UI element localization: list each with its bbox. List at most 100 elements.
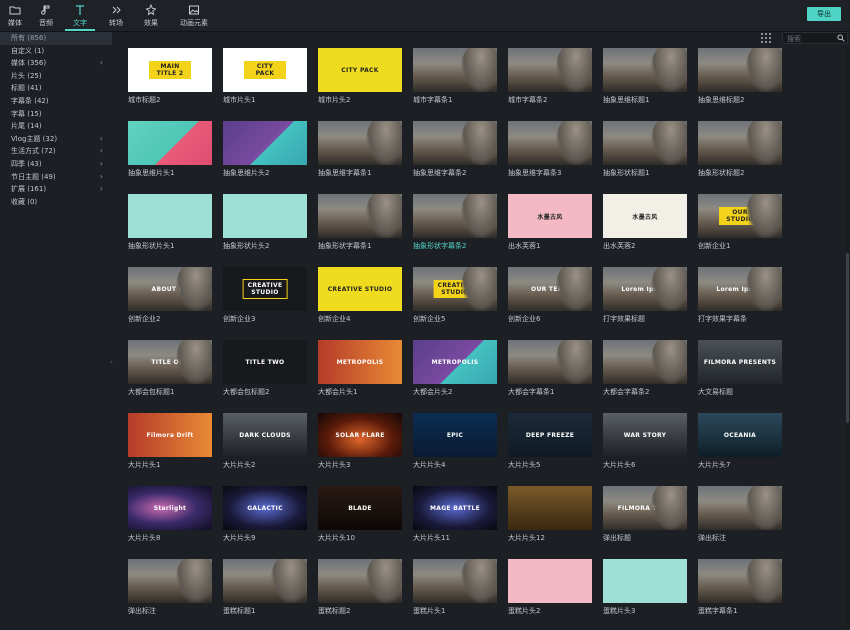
sidebar-item-seasons[interactable]: 四季 (43) › bbox=[0, 158, 112, 171]
template-thumbnail[interactable]: DEEP FREEZE bbox=[508, 413, 592, 457]
sidebar-item-lower-thirds[interactable]: 字幕条 (42) bbox=[0, 95, 112, 108]
template-thumbnail[interactable] bbox=[698, 486, 782, 530]
template-card[interactable]: CREATIVE STUDIO 创新企业5 bbox=[413, 263, 497, 325]
template-card[interactable]: 大都会字幕条1 bbox=[508, 336, 592, 398]
sidebar-item-credits[interactable]: 片尾 (14) bbox=[0, 120, 112, 133]
sidebar-item-vlog[interactable]: Vlog主题 (32) › bbox=[0, 133, 112, 146]
template-thumbnail[interactable] bbox=[413, 194, 497, 238]
template-card[interactable]: METROPOLIS 大都会片头1 bbox=[318, 336, 402, 398]
template-card[interactable]: Starlight 大片片头8 bbox=[128, 482, 212, 544]
template-thumbnail[interactable] bbox=[128, 194, 212, 238]
tab-elements[interactable]: 动画元素 bbox=[178, 4, 210, 30]
template-card[interactable]: BLADE 大片片头10 bbox=[318, 482, 402, 544]
template-card[interactable]: CITY PACK 城市片头2 bbox=[318, 44, 402, 106]
template-card[interactable]: 城市字幕条2 bbox=[508, 44, 592, 106]
template-card[interactable]: TITLE ONE 大都会包标题1 bbox=[128, 336, 212, 398]
template-card[interactable]: TITLE TWO 大都会包标题2 bbox=[223, 336, 307, 398]
template-card[interactable]: DEEP FREEZE 大片片头5 bbox=[508, 409, 592, 471]
template-card[interactable]: 抽象思维字幕条1 bbox=[318, 117, 402, 179]
template-thumbnail[interactable] bbox=[223, 194, 307, 238]
template-card[interactable]: Lorem Ipsum 打字效果字幕条 bbox=[698, 263, 782, 325]
template-card[interactable]: MAGE BATTLE 大片片头11 bbox=[413, 482, 497, 544]
template-card[interactable]: 抽象思维字幕条2 bbox=[413, 117, 497, 179]
export-button[interactable]: 导出 bbox=[807, 7, 841, 21]
template-thumbnail[interactable]: OUR TEAM bbox=[508, 267, 592, 311]
template-thumbnail[interactable]: MAGE BATTLE bbox=[413, 486, 497, 530]
template-thumbnail[interactable] bbox=[508, 340, 592, 384]
sidebar-item-media[interactable]: 媒体 (356) › bbox=[0, 57, 112, 70]
sidebar-item-titles[interactable]: 标题 (41) bbox=[0, 82, 112, 95]
template-card[interactable]: 蛋糕标题2 bbox=[318, 555, 402, 617]
template-thumbnail[interactable]: MAIN TITLE 2 bbox=[128, 48, 212, 92]
sidebar-item-subtitles[interactable]: 字幕 (15) bbox=[0, 108, 112, 121]
template-card[interactable]: METROPOLIS 大都会片头2 bbox=[413, 336, 497, 398]
template-card[interactable]: 蛋糕片头3 bbox=[603, 555, 687, 617]
template-card[interactable]: EPIC 大片片头4 bbox=[413, 409, 497, 471]
template-card[interactable]: 抽象思维标题1 bbox=[603, 44, 687, 106]
template-thumbnail[interactable] bbox=[603, 121, 687, 165]
template-card[interactable]: 抽象形状标题1 bbox=[603, 117, 687, 179]
template-thumbnail[interactable] bbox=[508, 486, 592, 530]
template-thumbnail[interactable] bbox=[603, 48, 687, 92]
template-thumbnail[interactable]: Filmora Drift bbox=[128, 413, 212, 457]
template-card[interactable]: 水墨古风 出水芙蓉1 bbox=[508, 190, 592, 252]
template-thumbnail[interactable] bbox=[223, 121, 307, 165]
template-card[interactable]: MAIN TITLE 2 城市标题2 bbox=[128, 44, 212, 106]
chevron-right-icon[interactable]: › bbox=[100, 57, 103, 70]
template-thumbnail[interactable]: CITY PACK bbox=[223, 48, 307, 92]
template-thumbnail[interactable]: CREATIVE STUDIO bbox=[318, 267, 402, 311]
template-thumbnail[interactable] bbox=[413, 121, 497, 165]
template-thumbnail[interactable]: WAR STORY bbox=[603, 413, 687, 457]
scrollbar-thumb[interactable] bbox=[846, 253, 849, 423]
template-card[interactable]: DARK CLOUDS 大片片头2 bbox=[223, 409, 307, 471]
template-card[interactable]: FILMORA PRESENTS 大文易标题 bbox=[698, 336, 782, 398]
template-card[interactable]: Lorem Ipsum 打字效果标题 bbox=[603, 263, 687, 325]
template-thumbnail[interactable]: OCEANIA bbox=[698, 413, 782, 457]
template-card[interactable]: 抽象思维标题2 bbox=[698, 44, 782, 106]
sidebar-item-holidays[interactable]: 节日主题 (49) › bbox=[0, 171, 112, 184]
template-card[interactable]: 蛋糕片头2 bbox=[508, 555, 592, 617]
template-card[interactable]: 抽象形状片头1 bbox=[128, 190, 212, 252]
sidebar-item-favorites[interactable]: 收藏 (0) bbox=[0, 196, 112, 209]
template-card[interactable]: 蛋糕字幕条1 bbox=[698, 555, 782, 617]
template-card[interactable]: GALACTIC 大片片头9 bbox=[223, 482, 307, 544]
template-card[interactable]: OCEANIA 大片片头7 bbox=[698, 409, 782, 471]
tab-media[interactable]: 媒体 bbox=[0, 4, 30, 30]
template-card[interactable]: OUR TEAM 创新企业6 bbox=[508, 263, 592, 325]
template-thumbnail[interactable] bbox=[128, 559, 212, 603]
sidebar-item-all[interactable]: 所有 (856) bbox=[0, 32, 112, 45]
template-thumbnail[interactable]: METROPOLIS bbox=[318, 340, 402, 384]
template-thumbnail[interactable] bbox=[698, 121, 782, 165]
template-thumbnail[interactable]: CREATIVE STUDIO bbox=[223, 267, 307, 311]
template-thumbnail[interactable]: CITY PACK bbox=[318, 48, 402, 92]
template-card[interactable]: Filmora Drift 大片片头1 bbox=[128, 409, 212, 471]
tab-effects[interactable]: 效果 bbox=[136, 3, 166, 30]
template-card[interactable]: 弹出标注 bbox=[128, 555, 212, 617]
template-card[interactable]: 城市字幕条1 bbox=[413, 44, 497, 106]
template-thumbnail[interactable]: GALACTIC bbox=[223, 486, 307, 530]
template-card[interactable]: OUR STUDIO 创新企业1 bbox=[698, 190, 782, 252]
chevron-right-icon[interactable]: › bbox=[100, 171, 103, 184]
template-card[interactable]: 弹出标注 bbox=[698, 482, 782, 544]
template-thumbnail[interactable] bbox=[603, 340, 687, 384]
template-card[interactable]: 蛋糕标题1 bbox=[223, 555, 307, 617]
sidebar-item-custom[interactable]: 自定义 (1) bbox=[0, 45, 112, 58]
template-thumbnail[interactable] bbox=[698, 559, 782, 603]
template-card[interactable]: 抽象思维片头2 bbox=[223, 117, 307, 179]
scrollbar[interactable] bbox=[846, 48, 849, 628]
grid-view-icon[interactable] bbox=[761, 33, 771, 43]
template-card[interactable]: 水墨古风 出水芙蓉2 bbox=[603, 190, 687, 252]
template-thumbnail[interactable]: FILMORA TITLE bbox=[603, 486, 687, 530]
template-thumbnail[interactable]: CREATIVE STUDIO bbox=[413, 267, 497, 311]
template-thumbnail[interactable]: 水墨古风 bbox=[603, 194, 687, 238]
template-thumbnail[interactable] bbox=[698, 48, 782, 92]
template-thumbnail[interactable] bbox=[603, 559, 687, 603]
template-thumbnail[interactable] bbox=[318, 194, 402, 238]
template-thumbnail[interactable] bbox=[223, 559, 307, 603]
search-input[interactable]: 搜索 bbox=[782, 32, 848, 44]
template-thumbnail[interactable]: Starlight bbox=[128, 486, 212, 530]
tab-audio[interactable]: 音频 bbox=[31, 4, 61, 30]
template-thumbnail[interactable] bbox=[508, 121, 592, 165]
template-card[interactable]: CREATIVE STUDIO 创新企业4 bbox=[318, 263, 402, 325]
sidebar-item-expansion[interactable]: 扩展 (161) › bbox=[0, 183, 112, 196]
